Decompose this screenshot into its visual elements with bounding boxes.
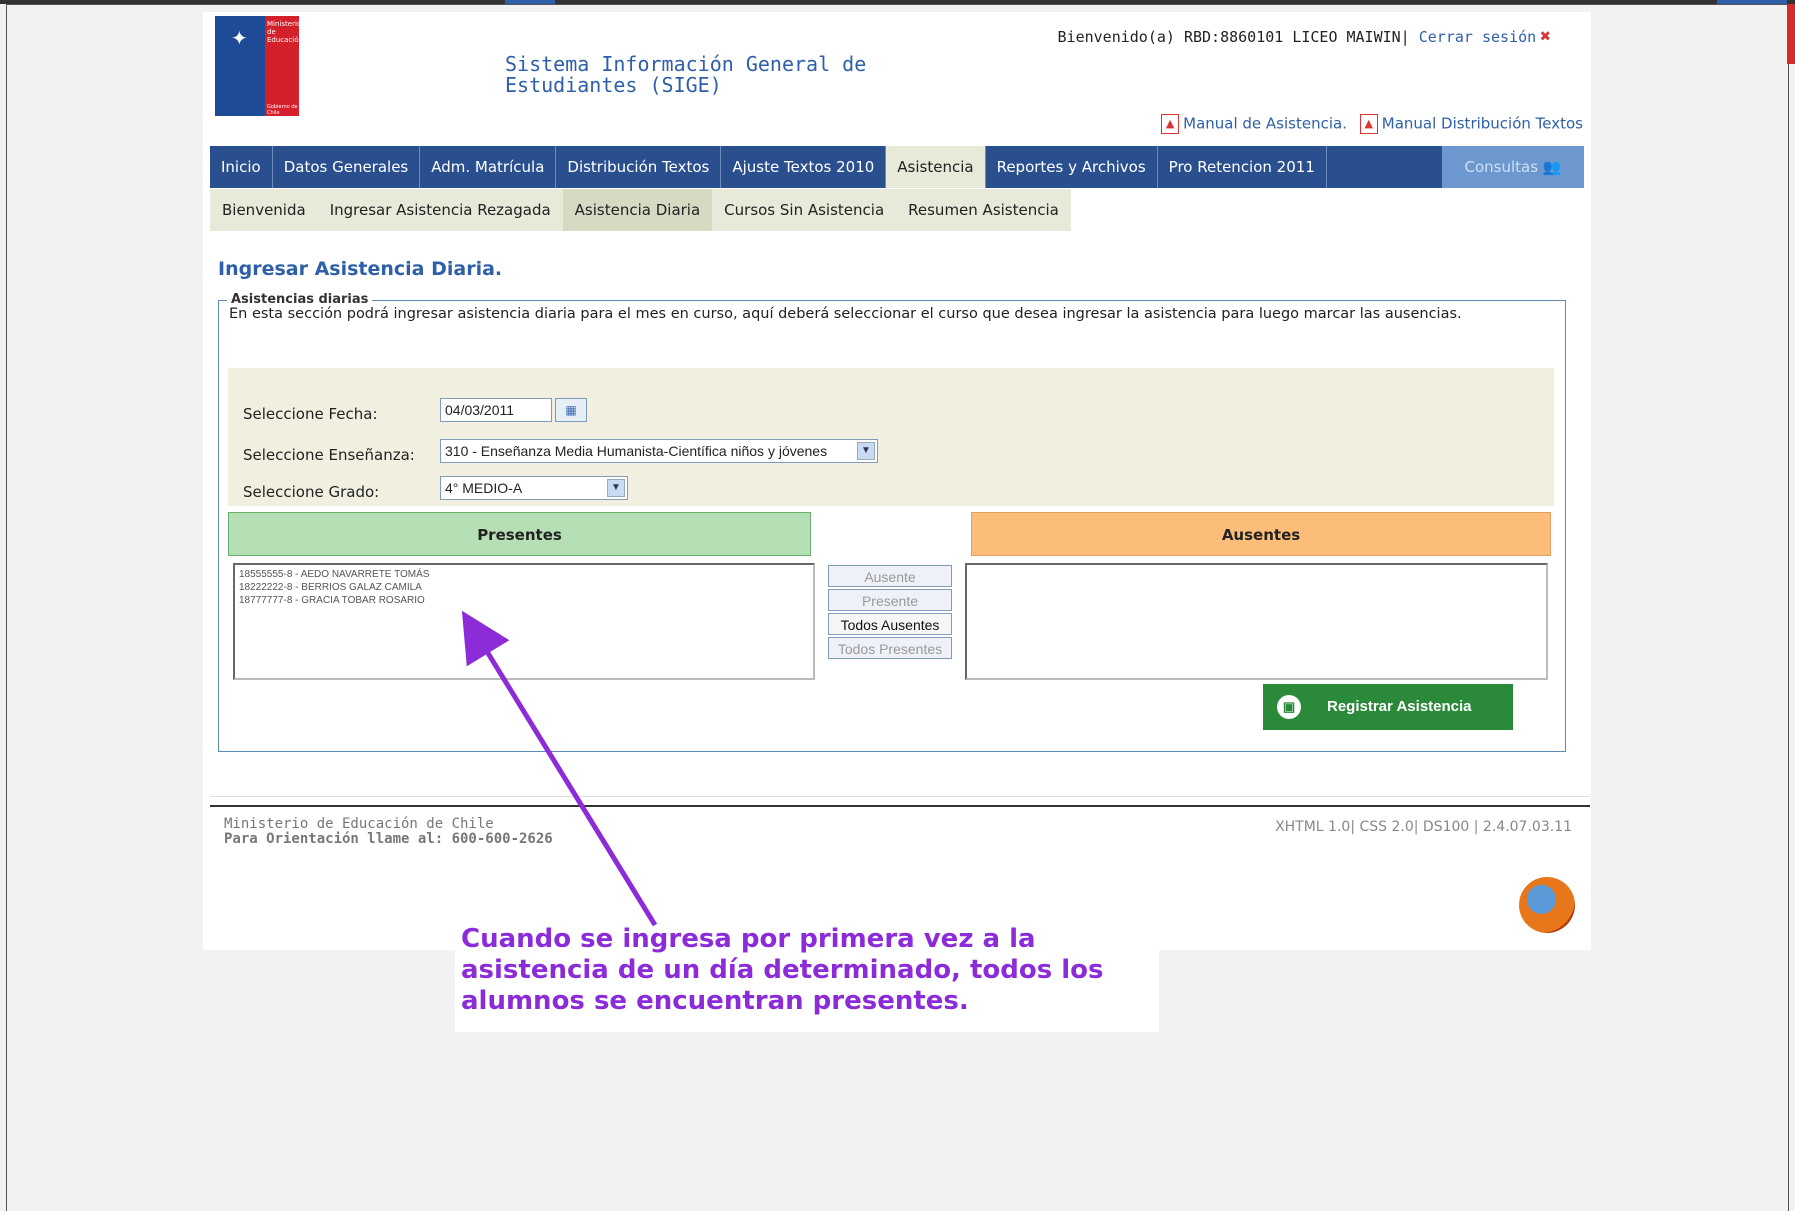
annotation-arrow xyxy=(461,610,658,927)
arrow-line xyxy=(461,610,658,927)
